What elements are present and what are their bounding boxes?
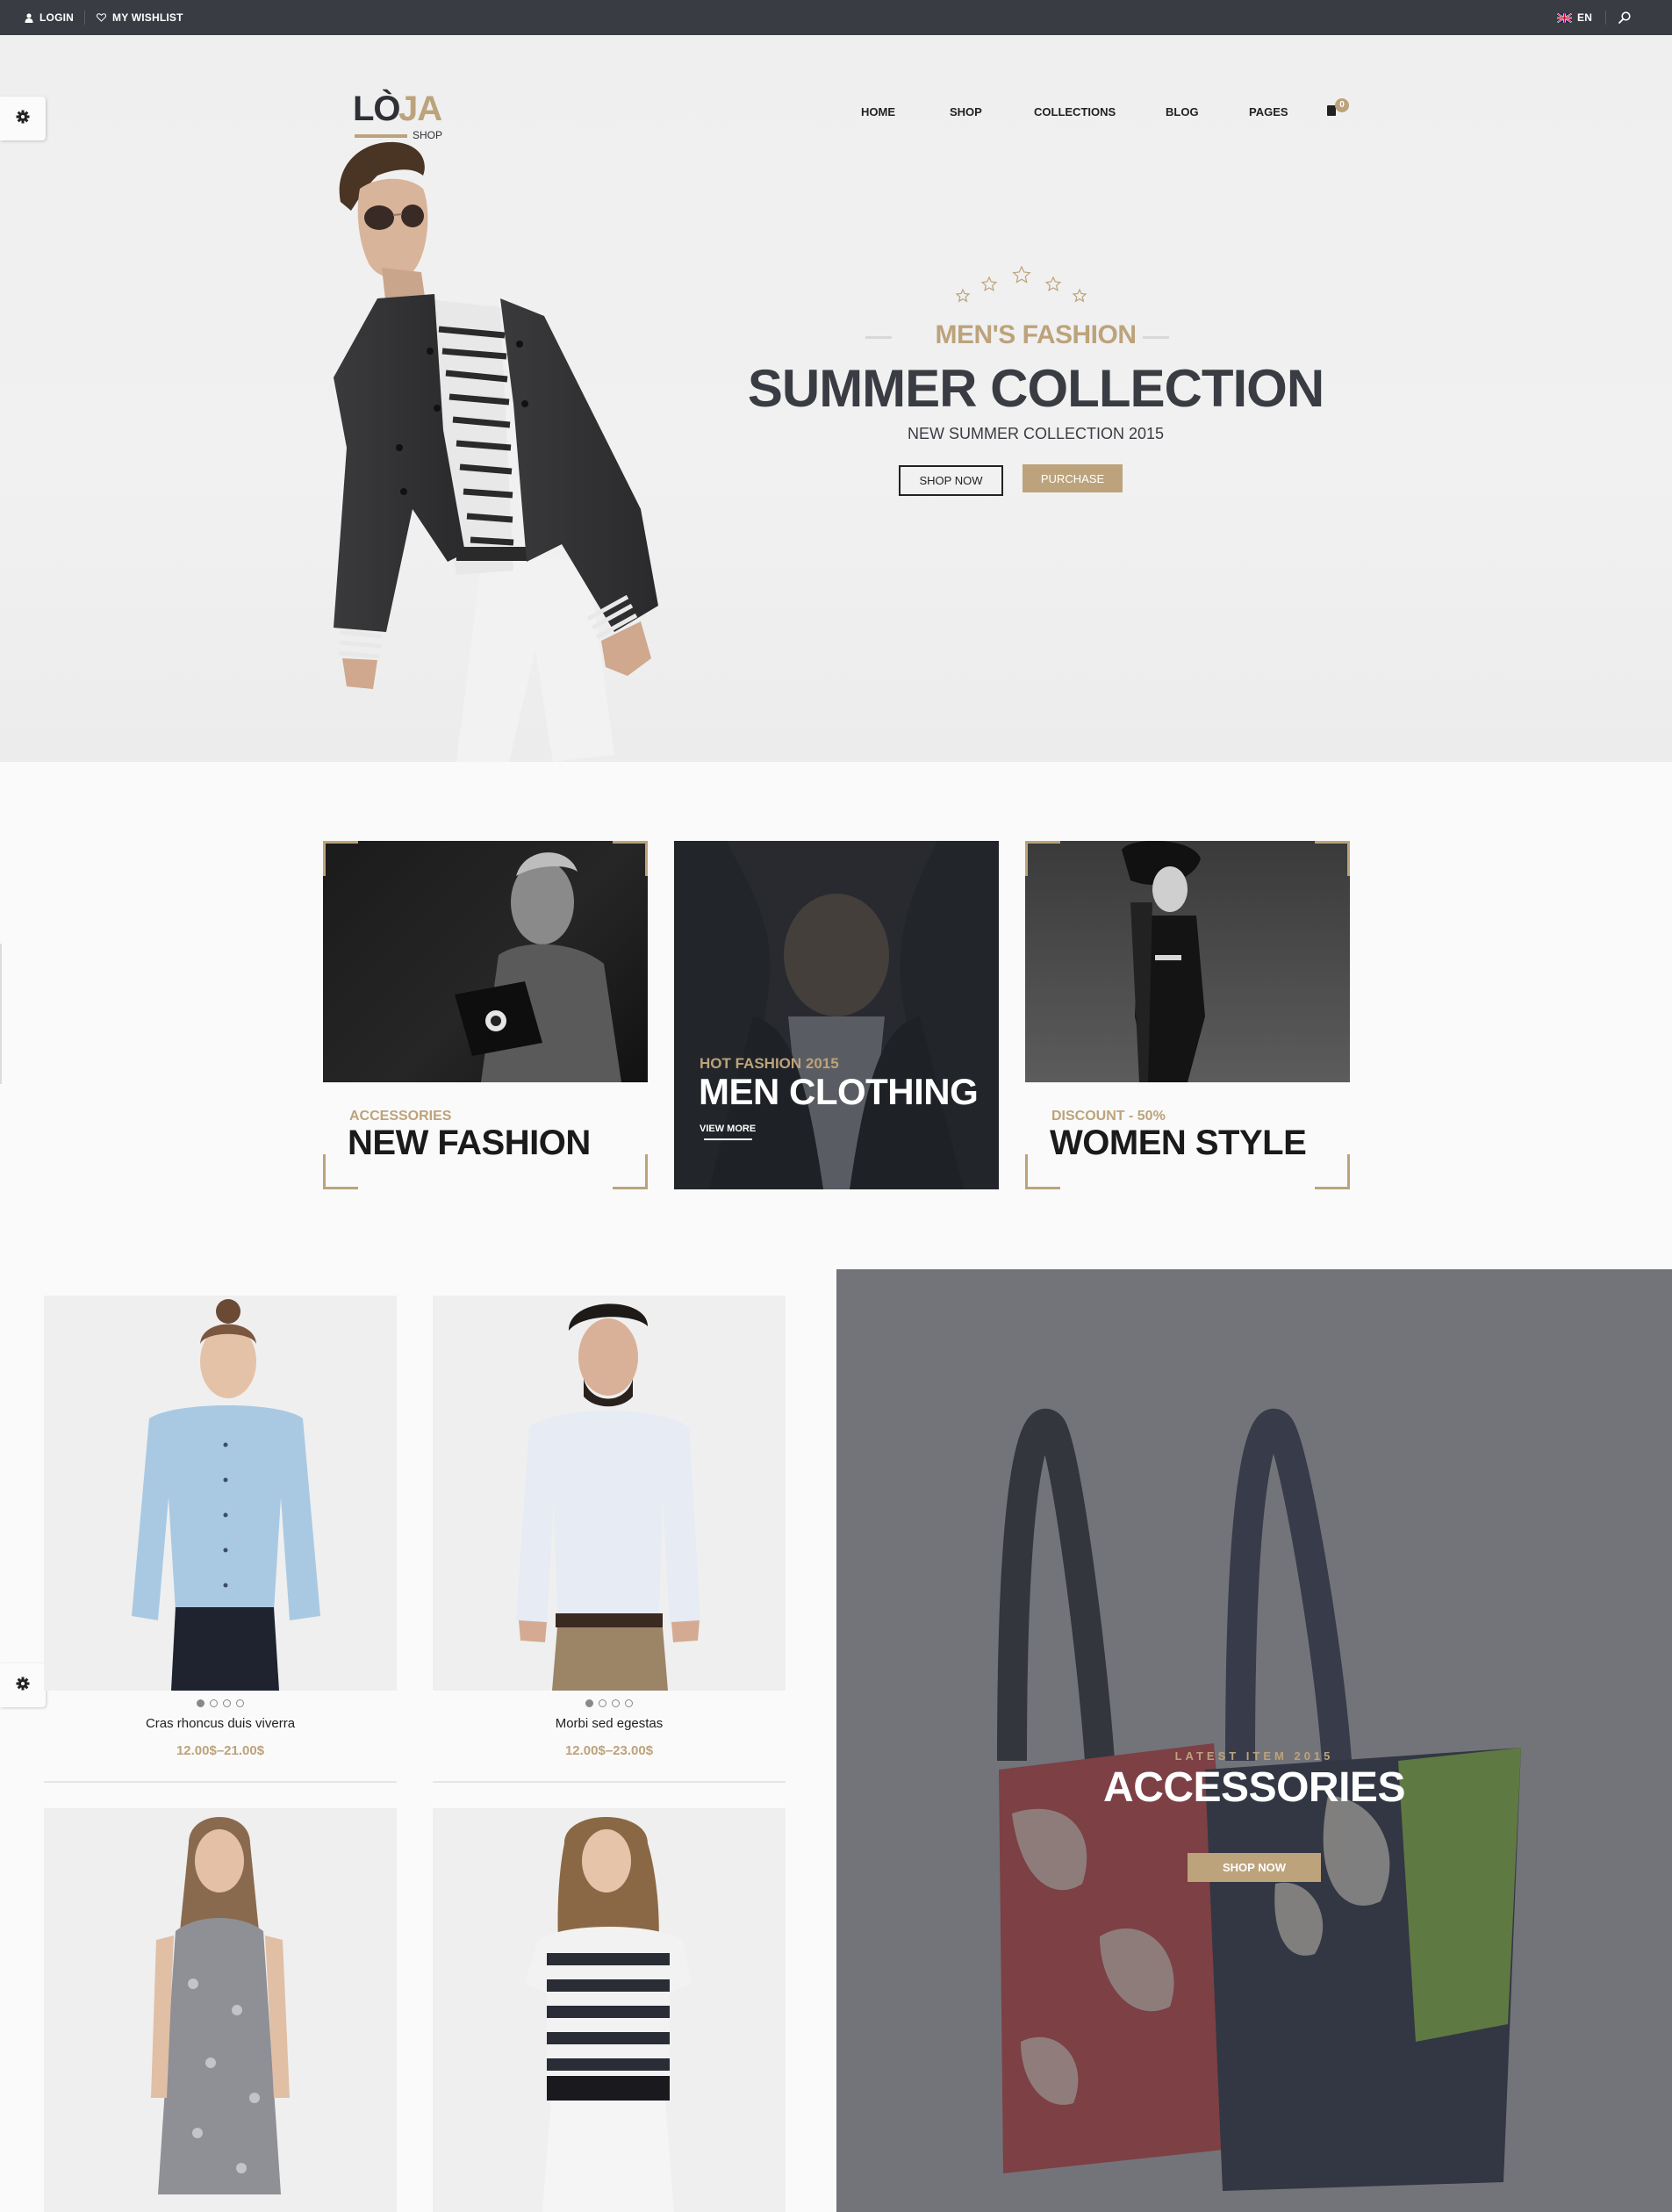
- hero-purchase-button[interactable]: PURCHASE: [1023, 464, 1123, 492]
- star-icon: [1012, 265, 1031, 284]
- side-panel-edge: [0, 944, 2, 1084]
- category-image-accessories: [323, 841, 648, 1082]
- settings-panel-toggle[interactable]: [0, 97, 46, 140]
- gear-icon: [16, 110, 30, 128]
- image-dot[interactable]: [599, 1699, 606, 1707]
- nav-blog[interactable]: BLOG: [1166, 105, 1199, 123]
- product-divider: [44, 1781, 397, 1783]
- product-divider: [433, 1781, 786, 1783]
- star-icon: [955, 288, 971, 303]
- topbar-divider: [1605, 11, 1606, 25]
- hero-shop-now-button[interactable]: SHOP NOW: [899, 465, 1003, 496]
- product-image[interactable]: [433, 1808, 786, 2212]
- banner-eyebrow: LATEST ITEM 2015: [1174, 1749, 1334, 1763]
- accessories-banner[interactable]: LATEST ITEM 2015 ACCESSORIES SHOP NOW: [836, 1269, 1672, 2212]
- view-more-underline: [704, 1138, 752, 1140]
- cart-count-badge: 0: [1335, 98, 1349, 112]
- category-title: NEW FASHION: [348, 1124, 591, 1162]
- image-dot[interactable]: [612, 1699, 620, 1707]
- banner-shop-now-button[interactable]: SHOP NOW: [1188, 1853, 1321, 1882]
- product-image[interactable]: [44, 1808, 397, 2212]
- category-eyebrow: HOT FASHION 2015: [700, 1055, 839, 1072]
- search-button[interactable]: [1618, 0, 1631, 35]
- star-icon: [1044, 276, 1062, 291]
- nav-pages[interactable]: PAGES: [1249, 105, 1288, 123]
- nav-shop[interactable]: SHOP: [950, 105, 982, 123]
- wishlist-label: MY WISHLIST: [112, 11, 183, 24]
- eyebrow-line-right: [1143, 336, 1169, 339]
- site-logo[interactable]: LÒ JA SHOP: [353, 90, 449, 142]
- product-image-pagination: [433, 1699, 786, 1707]
- star-icon: [980, 276, 998, 291]
- product-image-pagination: [44, 1699, 397, 1707]
- corner-decoration: [323, 841, 358, 876]
- logo-text-dark: LÒ: [353, 90, 401, 128]
- image-dot-active[interactable]: [197, 1699, 205, 1707]
- language-label: EN: [1577, 11, 1593, 24]
- image-dot[interactable]: [223, 1699, 231, 1707]
- product-image[interactable]: [433, 1296, 786, 1691]
- product-price: 12.00$–21.00$: [176, 1743, 265, 1758]
- product-image[interactable]: [44, 1296, 397, 1691]
- search-icon: [1618, 11, 1631, 24]
- nav-home[interactable]: HOME: [861, 105, 895, 123]
- wishlist-link[interactable]: MY WISHLIST: [97, 0, 183, 35]
- hero-slider: LÒ JA SHOP HOME SHOP COLLECTIONS BLOG PA…: [0, 35, 1672, 762]
- category-title: WOMEN STYLE: [1050, 1124, 1307, 1162]
- login-link[interactable]: LOGIN: [25, 0, 74, 35]
- hero-title: SUMMER COLLECTION: [747, 359, 1324, 418]
- view-more-link[interactable]: VIEW MORE: [700, 1124, 756, 1134]
- uk-flag-icon: [1557, 12, 1572, 23]
- category-tile-women-style[interactable]: DISCOUNT - 50% WOMEN STYLE: [1025, 841, 1350, 1189]
- hero-model-image: [334, 141, 658, 762]
- nav-collections[interactable]: COLLECTIONS: [1034, 105, 1116, 123]
- corner-decoration: [1025, 841, 1060, 876]
- product-name[interactable]: Cras rhoncus duis viverra: [44, 1716, 397, 1731]
- hero-eyebrow: MEN'S FASHION: [935, 320, 1137, 349]
- category-title: MEN CLOTHING: [699, 1071, 979, 1112]
- logo-subtitle: SHOP: [413, 129, 443, 141]
- logo-underline: [355, 134, 407, 138]
- image-dot[interactable]: [625, 1699, 633, 1707]
- cart-button[interactable]: 0: [1325, 97, 1352, 123]
- category-eyebrow: ACCESSORIES: [349, 1109, 452, 1124]
- star-icon: [1072, 288, 1087, 303]
- corner-decoration: [1315, 1154, 1350, 1189]
- category-image-women: [1025, 841, 1350, 1082]
- topbar-divider: [84, 11, 85, 25]
- image-dot[interactable]: [236, 1699, 244, 1707]
- top-bar: LOGIN MY WISHLIST EN: [0, 0, 1672, 35]
- corner-decoration: [613, 841, 648, 876]
- category-tile-men-clothing[interactable]: HOT FASHION 2015 MEN CLOTHING VIEW MORE: [674, 841, 999, 1189]
- settings-panel-toggle[interactable]: [0, 1663, 46, 1707]
- logo-text-accent: JA: [398, 90, 442, 128]
- heart-icon: [97, 13, 106, 22]
- gear-icon: [16, 1677, 30, 1695]
- user-icon: [25, 12, 33, 23]
- category-image-men: [674, 841, 999, 1189]
- banner-bags-image: [836, 1269, 1672, 2212]
- star-icon-group: [955, 265, 1087, 303]
- category-tile-new-fashion[interactable]: ACCESSORIES NEW FASHION: [323, 841, 648, 1189]
- product-name[interactable]: Morbi sed egestas: [433, 1716, 786, 1731]
- language-selector[interactable]: EN: [1557, 0, 1592, 35]
- corner-decoration: [613, 1154, 648, 1189]
- corner-decoration: [1315, 841, 1350, 876]
- hero-subtitle: NEW SUMMER COLLECTION 2015: [907, 425, 1165, 442]
- login-label: LOGIN: [39, 11, 74, 24]
- image-dot-active[interactable]: [585, 1699, 593, 1707]
- product-price: 12.00$–23.00$: [564, 1743, 654, 1758]
- image-dot[interactable]: [210, 1699, 218, 1707]
- banner-title: ACCESSORIES: [1103, 1764, 1405, 1811]
- category-eyebrow: DISCOUNT - 50%: [1051, 1109, 1166, 1124]
